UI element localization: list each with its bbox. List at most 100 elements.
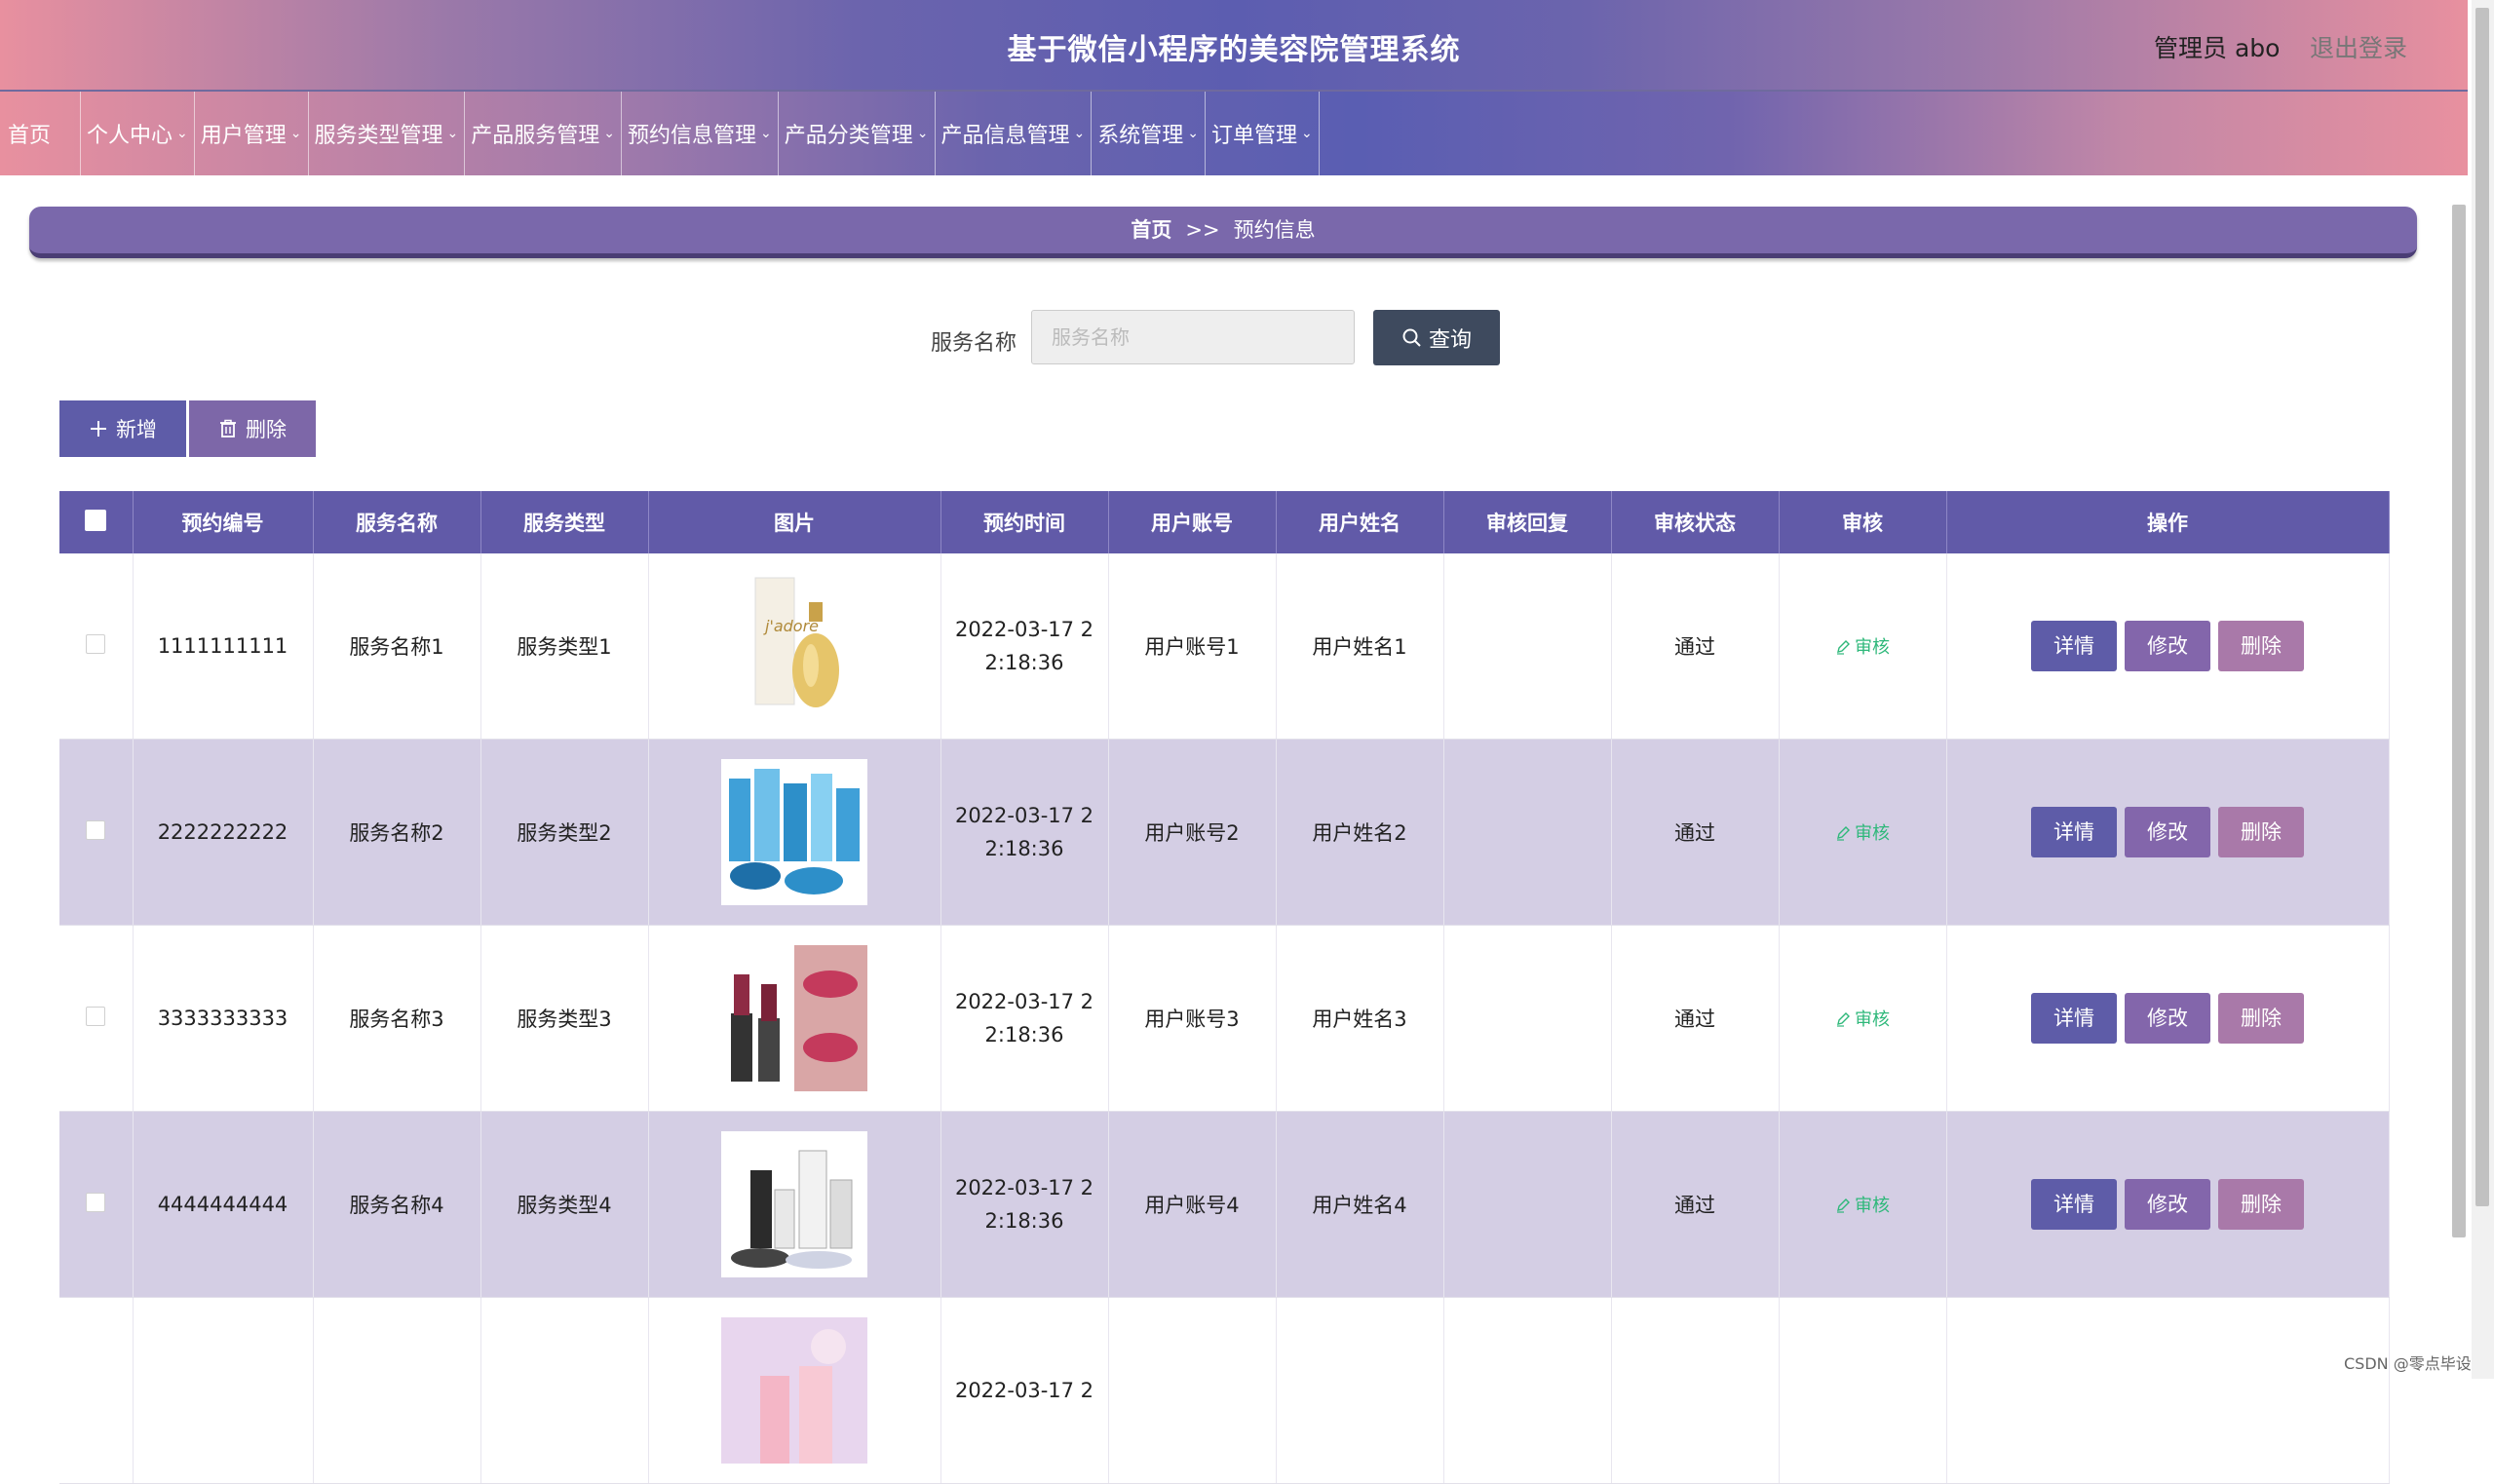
audit-cell (1779, 1297, 1947, 1484)
batch-delete-button[interactable]: 删除 (189, 400, 316, 457)
detail-button[interactable]: 详情 (2031, 621, 2117, 671)
add-button[interactable]: 新增 (59, 400, 186, 457)
table-row: 2222222222 服务名称2 服务类型2 2022-03-17 22:18:36 用… (59, 739, 2390, 926)
nav-item-label: 产品分类管理 (784, 124, 913, 148)
user-name: 用户姓名4 (1276, 1111, 1444, 1298)
nav-item[interactable]: 系统管理 ⌄ (1092, 92, 1207, 175)
nav-item-label: 系统管理 (1097, 124, 1184, 148)
row-checkbox[interactable] (86, 819, 106, 840)
logout-link[interactable]: 退出登录 (2310, 29, 2407, 64)
select-all-checkbox[interactable] (85, 509, 107, 531)
appointment-time: 2022-03-17 22:18:36 (940, 553, 1109, 740)
user-name: 用户姓名1 (1276, 553, 1444, 740)
nav-item[interactable]: 用户管理 ⌄ (195, 92, 309, 175)
breadcrumb-separator: >> (1185, 218, 1220, 242)
col-header[interactable]: 服务类型 (480, 491, 649, 553)
product-image[interactable] (721, 945, 867, 1091)
col-header[interactable]: 用户姓名 (1276, 491, 1444, 553)
delete-button[interactable]: 删除 (2218, 1179, 2304, 1230)
image-cell (648, 1111, 941, 1298)
audit-link[interactable]: 审核 (1835, 1009, 1890, 1030)
user-account: 用户账号2 (1108, 739, 1277, 926)
appointment-id (133, 1297, 314, 1484)
service-name: 服务名称3 (313, 925, 481, 1112)
audit-cell: 审核 (1779, 1111, 1947, 1298)
nav-item[interactable]: 个人中心 ⌄ (81, 92, 195, 175)
table-row: 4444444444 服务名称4 服务类型4 2022-03-17 22:18:36 用… (59, 1111, 2390, 1298)
delete-button[interactable]: 删除 (2218, 621, 2304, 671)
ops-cell: 详情 修改 删除 (1946, 1111, 2390, 1298)
nav-item[interactable]: 产品服务管理 ⌄ (465, 92, 623, 175)
appointment-time: 2022-03-17 22:18:36 (940, 925, 1109, 1112)
app-title: 基于微信小程序的美容院管理系统 (1007, 33, 1461, 67)
nav-item[interactable]: 产品信息管理 ⌄ (936, 92, 1093, 175)
product-image[interactable] (721, 1131, 867, 1277)
audit-reply (1443, 739, 1612, 926)
chevron-down-icon: ⌄ (603, 126, 616, 141)
appointment-time: 2022-03-17 22:18:36 (940, 1111, 1109, 1298)
detail-button[interactable]: 详情 (2031, 993, 2117, 1044)
delete-button[interactable]: 删除 (2218, 807, 2304, 857)
search-icon (1402, 328, 1421, 347)
col-header[interactable]: 预约时间 (940, 491, 1109, 553)
service-name: 服务名称2 (313, 739, 481, 926)
row-checkbox[interactable] (86, 1192, 106, 1212)
detail-button[interactable]: 详情 (2031, 1179, 2117, 1230)
chevron-down-icon: ⌄ (1187, 126, 1200, 141)
edit-button[interactable]: 修改 (2125, 993, 2210, 1044)
nav-item[interactable]: 服务类型管理 ⌄ (309, 92, 466, 175)
nav-item[interactable]: 订单管理 ⌄ (1206, 92, 1320, 175)
image-cell (648, 739, 941, 926)
appointment-time-text: 2022-03-17 22:18:36 (954, 804, 1094, 860)
audit-status: 通过 (1611, 1111, 1780, 1298)
audit-link[interactable]: 审核 (1835, 1196, 1890, 1216)
audit-link[interactable]: 审核 (1835, 823, 1890, 844)
chevron-down-icon: ⌄ (176, 126, 188, 141)
product-image[interactable] (721, 1317, 867, 1464)
breadcrumb-home[interactable]: 首页 (1131, 218, 1171, 242)
search-input[interactable] (1031, 310, 1355, 364)
chevron-down-icon: ⌄ (1073, 126, 1086, 141)
plus-icon (91, 421, 106, 437)
appointment-time-text: 2022-03-17 22:18:36 (954, 1176, 1094, 1233)
delete-button[interactable]: 删除 (2218, 993, 2304, 1044)
content-scrollbar-thumb[interactable] (2452, 205, 2466, 1237)
edit-button[interactable]: 修改 (2125, 621, 2210, 671)
nav-item[interactable]: 首页 (0, 92, 82, 175)
product-image[interactable]: j'adore (721, 573, 867, 719)
nav-item-label: 服务类型管理 (314, 124, 443, 148)
audit-status: 通过 (1611, 553, 1780, 740)
col-header[interactable]: 预约编号 (133, 491, 314, 553)
nav-items: 首页 个人中心 ⌄ 用户管理 ⌄ 服务类型管理 ⌄ 产品服务管理 ⌄ 预约信息管理 ⌄ 产品分类管理 ⌄… (0, 92, 1320, 175)
audit-link[interactable]: 审核 (1835, 637, 1890, 658)
row-checkbox[interactable] (86, 633, 106, 654)
service-name: 服务名称4 (313, 1111, 481, 1298)
appointment-time: 2022-03-17 2 (940, 1297, 1109, 1484)
batch-delete-label: 删除 (246, 418, 287, 441)
col-header[interactable]: 服务名称 (313, 491, 481, 553)
col-header[interactable]: 审核回复 (1443, 491, 1612, 553)
page-scrollbar-thumb[interactable] (2475, 8, 2489, 1206)
col-header[interactable]: 审核状态 (1611, 491, 1780, 553)
audit-link-label: 审核 (1855, 1009, 1890, 1030)
service-type (480, 1297, 649, 1484)
user-name: 用户姓名2 (1276, 739, 1444, 926)
row-checkbox[interactable] (86, 1006, 106, 1026)
edit-button[interactable]: 修改 (2125, 807, 2210, 857)
edit-pen-icon (1837, 826, 1850, 841)
audit-status: 通过 (1611, 739, 1780, 926)
detail-button[interactable]: 详情 (2031, 807, 2117, 857)
breadcrumb: 首页 >> 预约信息 (29, 207, 2417, 258)
image-cell (648, 925, 941, 1112)
col-header[interactable]: 用户账号 (1108, 491, 1277, 553)
nav-item[interactable]: 产品分类管理 ⌄ (779, 92, 936, 175)
user-account: 用户账号1 (1108, 553, 1277, 740)
service-type: 服务类型2 (480, 739, 649, 926)
edit-button[interactable]: 修改 (2125, 1179, 2210, 1230)
search-button[interactable]: 查询 (1373, 310, 1500, 365)
ops-cell: 详情 修改 删除 (1946, 925, 2390, 1112)
nav-item[interactable]: 预约信息管理 ⌄ (622, 92, 779, 175)
image-cell (648, 1297, 941, 1484)
chevron-down-icon: ⌄ (1301, 126, 1313, 141)
product-image[interactable] (721, 759, 867, 905)
